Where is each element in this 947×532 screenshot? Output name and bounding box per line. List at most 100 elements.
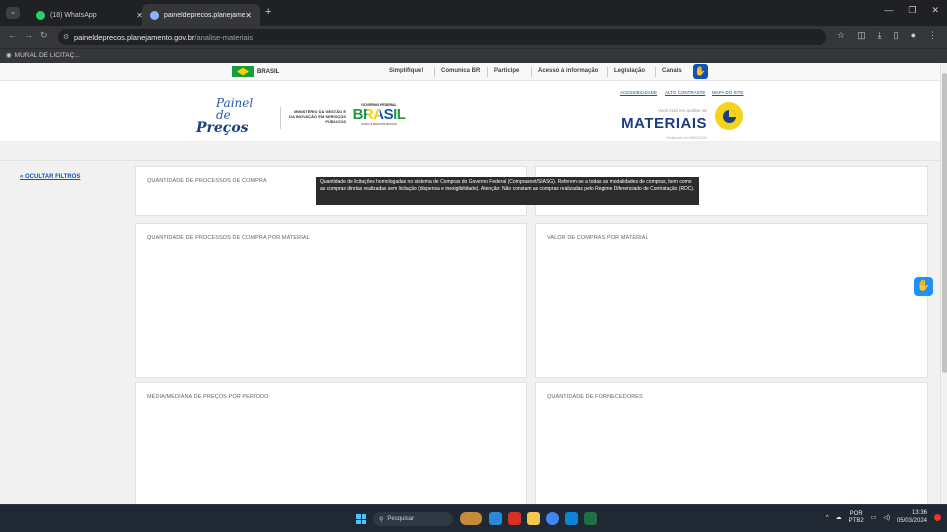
card-processos-por-material: QUANTIDADE DE PROCESSOS DE COMPRA POR MA… <box>135 223 527 378</box>
divider <box>434 67 435 77</box>
tab-whatsapp[interactable]: (18) WhatsApp ✕ <box>28 4 151 26</box>
materiais-section-icon <box>715 102 743 130</box>
weather-icon[interactable]: ☁ <box>836 514 842 521</box>
chrome-icon[interactable] <box>546 512 559 525</box>
bookmark-star-icon[interactable]: ☆ <box>837 30 845 41</box>
tab-label: paineldeprecos.planejamento.g <box>164 11 246 19</box>
vlibras-accessibility-button[interactable]: ✋ <box>914 277 933 296</box>
lang-line2: PTB2 <box>848 517 864 524</box>
divider <box>655 67 656 77</box>
clock-date: 05/03/2024 <box>896 517 927 524</box>
divider <box>280 107 281 129</box>
profile-icon[interactable]: ● <box>911 30 916 41</box>
close-icon[interactable]: ✕ <box>245 11 252 20</box>
menu-icon[interactable]: ⋮ <box>928 30 937 41</box>
link-mapa-do-site[interactable]: MAPA DO SITE <box>712 90 743 95</box>
painel-de-precos-logo[interactable]: Painel de Preços <box>196 97 266 135</box>
url-host: paineldeprecos.planejamento.gov.br <box>74 32 195 42</box>
link-acessibilidade[interactable]: ACESSIBILIDADE <box>620 90 657 95</box>
taskbar-search[interactable]: ⚲ Pesquisar <box>373 512 453 526</box>
browser-tab-strip: ⌄ (18) WhatsApp ✕ paineldeprecos.planeja… <box>0 0 947 26</box>
whatsapp-icon <box>36 10 45 20</box>
close-window-icon[interactable]: ✕ <box>931 5 939 16</box>
card-title: VALOR DE COMPRAS POR MATERIAL <box>547 235 649 241</box>
link-simplifique[interactable]: Simplifique! <box>389 68 423 74</box>
page-scrollbar[interactable] <box>940 63 947 504</box>
filter-strip <box>0 141 940 161</box>
clock-time: 13:36 <box>911 510 927 516</box>
brasil-link[interactable]: BRASIL <box>232 66 279 77</box>
lang-line1: POR <box>849 510 863 517</box>
card-valor-por-material: VALOR DE COMPRAS POR MATERIAL <box>535 223 928 378</box>
section-title: MATERIAIS <box>621 115 707 132</box>
language-indicator[interactable]: POR PTB2 <box>849 511 864 525</box>
widget-icon[interactable] <box>460 512 482 525</box>
link-legislacao[interactable]: Legislação <box>614 68 645 74</box>
outlook-icon[interactable] <box>565 512 578 525</box>
network-icon[interactable]: ▭ <box>871 514 877 521</box>
card-title: QUANTIDADE DE PROCESSOS DE COMPRA <box>147 178 267 184</box>
bookmark-label: MURAL DE LICITAÇ... <box>14 51 80 59</box>
divider <box>531 67 532 77</box>
link-alto-contraste[interactable]: ALTO CONTRASTE <box>665 90 705 95</box>
card-title: QUANTIDADE DE FORNECEDORES <box>547 394 643 400</box>
reload-icon[interactable]: ↻ <box>40 30 48 41</box>
bookmark-mural[interactable]: ◉ MURAL DE LICITAÇ... <box>6 51 80 60</box>
browser-toolbar: ← → ↻ ⚙ paineldeprecos.planejamento.gov.… <box>0 26 947 48</box>
link-acesso-informacao[interactable]: Acesso à informação <box>538 68 598 74</box>
voce-esta-label: Você está em análise de <box>657 108 707 113</box>
tab-label: (18) WhatsApp <box>50 11 97 19</box>
minimize-icon[interactable]: — <box>884 5 893 16</box>
link-comunica-br[interactable]: Comunica BR <box>441 68 480 74</box>
divider <box>607 67 608 77</box>
link-participe[interactable]: Participe <box>494 68 519 74</box>
volume-icon[interactable]: ◁) <box>883 514 890 521</box>
card-title: QUANTIDADE DE PROCESSOS DE COMPRA POR MA… <box>147 235 310 241</box>
sidepanel-icon[interactable]: ▯ <box>894 30 899 41</box>
card-quantidade-fornecedores: QUANTIDADE DE FORNECEDORES <box>535 382 928 507</box>
back-icon[interactable]: ← <box>8 30 17 40</box>
card-media-mediana-precos: MÉDIA/MEDIANA DE PREÇOS POR PERÍODO <box>135 382 527 507</box>
chevron-up-icon[interactable]: ^ <box>826 515 829 521</box>
site-info-icon[interactable]: ⚙ <box>63 33 69 41</box>
site-icon <box>150 10 159 20</box>
governo-federal-logo: GOVERNO FEDERAL BRASIL UNIÃO E RECONSTRU… <box>352 103 406 126</box>
tab-painel-de-precos[interactable]: paineldeprecos.planejamento.g ✕ <box>142 4 260 26</box>
brasil-logo-text: BRASIL <box>352 106 406 123</box>
brasil-label: BRASIL <box>257 68 280 75</box>
system-clock[interactable]: 13:36 05/03/2024 <box>897 510 927 526</box>
scrollbar-thumb[interactable] <box>942 73 947 373</box>
people-icon[interactable] <box>489 512 502 525</box>
acrobat-icon[interactable] <box>508 512 521 525</box>
bookmarks-bar: ◉ MURAL DE LICITAÇ... <box>0 48 947 63</box>
windows-taskbar: ⚲ Pesquisar ^ ☁ POR PTB2 ▭ ◁) 13:36 05/0… <box>0 504 947 532</box>
last-updated-label: Atualizado em 05/03/2024 <box>666 136 707 140</box>
forward-icon[interactable]: → <box>24 30 33 40</box>
search-icon: ⚲ <box>379 516 384 523</box>
new-tab-button[interactable]: + <box>265 6 271 18</box>
windows-start-icon[interactable] <box>356 514 366 524</box>
restore-icon[interactable]: ❐ <box>908 5 916 16</box>
ministerio-label: MINISTÉRIO DA GESTÃO E DA INOVAÇÃO EM SE… <box>289 109 346 124</box>
site-header: Painel de Preços MINISTÉRIO DA GESTÃO E … <box>0 81 940 141</box>
url-path: /analise-materiais <box>194 32 254 42</box>
logo-line2: Preços <box>196 120 249 136</box>
tab-search-button[interactable]: ⌄ <box>6 7 20 19</box>
hide-filters-link[interactable]: « OCULTAR FILTROS <box>20 174 80 180</box>
logo-line1: Painel de <box>216 96 254 122</box>
excel-icon[interactable] <box>584 512 597 525</box>
notification-icon[interactable] <box>934 514 941 522</box>
address-bar[interactable]: ⚙ paineldeprecos.planejamento.gov.br/ana… <box>58 29 826 45</box>
extensions-icon[interactable]: ◫ <box>857 30 866 41</box>
accessibility-icon[interactable]: ✋ <box>693 64 708 79</box>
search-placeholder: Pesquisar <box>387 516 415 522</box>
card-title: MÉDIA/MEDIANA DE PREÇOS POR PERÍODO <box>147 394 269 400</box>
link-canais[interactable]: Canais <box>662 68 682 74</box>
globe-icon: ◉ <box>6 52 12 59</box>
divider <box>487 67 488 77</box>
info-tooltip: Quantidade de licitações homologadas no … <box>316 177 699 205</box>
brazil-flag-icon <box>232 66 254 77</box>
gov-bar: BRASIL Simplifique! Comunica BR Particip… <box>0 63 940 81</box>
file-explorer-icon[interactable] <box>527 512 540 525</box>
download-icon[interactable]: ⤓ <box>878 30 882 41</box>
